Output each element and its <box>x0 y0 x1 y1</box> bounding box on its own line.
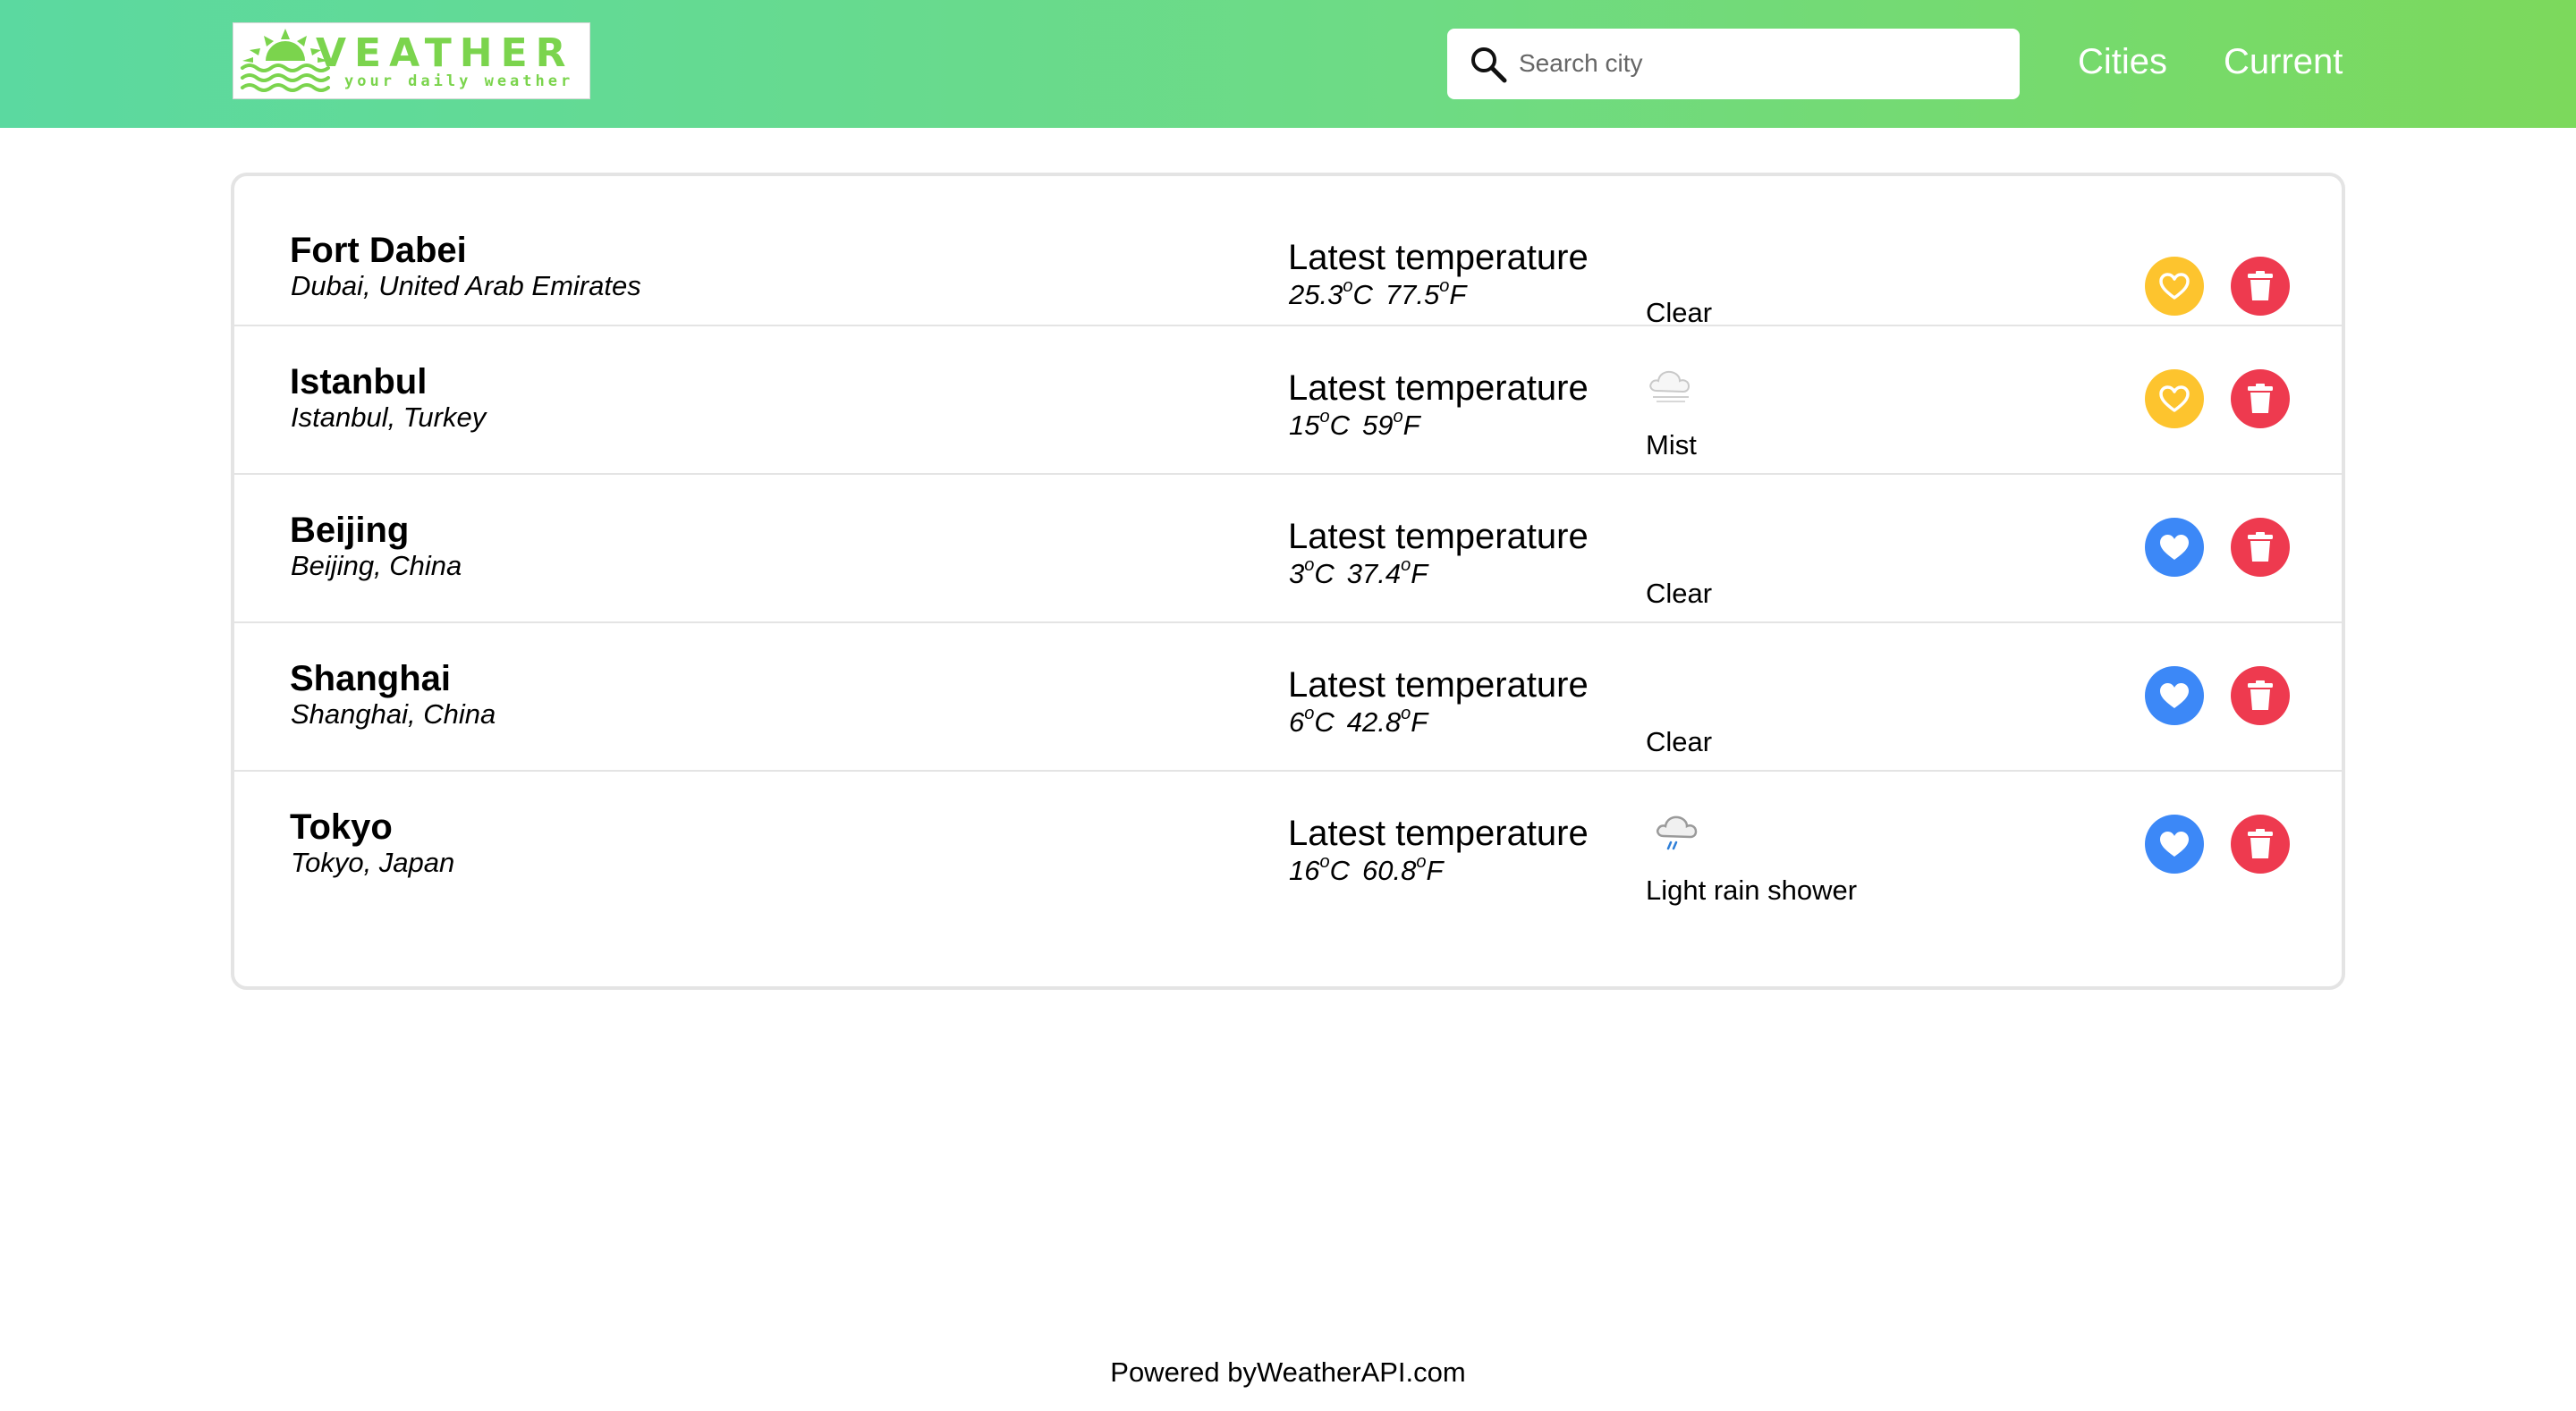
logo-title: VEATHER <box>316 30 574 76</box>
degree-mark: o <box>1393 407 1403 427</box>
temperature-label: Latest temperature <box>1288 368 1589 408</box>
temp-fahrenheit: 59 <box>1362 410 1394 441</box>
temp-celsius: 15 <box>1289 410 1320 441</box>
trash-icon <box>2248 271 2273 300</box>
nav-current-link[interactable]: Current <box>2224 41 2343 82</box>
city-row: Istanbul Istanbul, Turkey Latest tempera… <box>234 325 2342 475</box>
city-row: Shanghai Shanghai, China Latest temperat… <box>234 621 2342 772</box>
favorite-button[interactable] <box>2145 257 2204 316</box>
delete-button[interactable] <box>2231 518 2290 577</box>
unit-fahrenheit: F <box>1411 558 1428 589</box>
nav-cities-link[interactable]: Cities <box>2078 41 2167 82</box>
temp-celsius: 3 <box>1289 558 1305 589</box>
favorite-button[interactable] <box>2145 369 2204 428</box>
trash-icon <box>2248 384 2273 413</box>
app-logo[interactable]: VEATHER your daily weather <box>233 22 590 99</box>
unit-celsius: C <box>1352 279 1373 310</box>
mist-cloud-icon <box>1649 370 1690 402</box>
temp-fahrenheit: 42.8 <box>1346 706 1402 738</box>
delete-button[interactable] <box>2231 815 2290 874</box>
city-location: Beijing, China <box>291 550 462 581</box>
temp-fahrenheit: 60.8 <box>1362 855 1417 886</box>
unit-fahrenheit: F <box>1426 855 1444 886</box>
degree-mark: o <box>1401 704 1411 723</box>
trash-icon <box>2248 532 2273 562</box>
degree-mark: o <box>1304 555 1315 575</box>
moon-rain-cloud-icon <box>1650 800 1698 850</box>
unit-celsius: C <box>1314 706 1335 738</box>
city-location: Istanbul, Turkey <box>291 401 487 433</box>
temp-fahrenheit: 77.5 <box>1385 279 1440 310</box>
temperature-values: 15oC 59oF <box>1289 407 1420 441</box>
city-name: Shanghai <box>290 659 452 698</box>
temperature-values: 6oC 42.8oF <box>1289 704 1428 738</box>
delete-button[interactable] <box>2231 369 2290 428</box>
moon-clear-icon <box>1652 523 1662 543</box>
weather-condition: Clear <box>1646 297 1713 328</box>
heart-filled-icon <box>2160 832 2189 857</box>
heart-filled-icon <box>2160 683 2189 708</box>
degree-mark: o <box>1319 407 1330 427</box>
delete-button[interactable] <box>2231 666 2290 725</box>
heart-outline-icon <box>2159 273 2190 300</box>
city-name: Istanbul <box>290 362 428 401</box>
temp-celsius: 25.3 <box>1289 279 1343 310</box>
city-location: Dubai, United Arab Emirates <box>291 270 641 301</box>
temp-celsius: 16 <box>1289 855 1320 886</box>
city-row: Tokyo Tokyo, Japan Latest temperature 16… <box>234 770 2342 918</box>
city-name: Beijing <box>290 511 410 550</box>
city-row: Beijing Beijing, China Latest temperatur… <box>234 473 2342 623</box>
temperature-values: 3oC 37.4oF <box>1289 556 1428 589</box>
temp-fahrenheit: 37.4 <box>1346 558 1402 589</box>
delete-button[interactable] <box>2231 257 2290 316</box>
unit-celsius: C <box>1329 855 1350 886</box>
moon-clear-icon <box>1652 257 1662 276</box>
search-icon <box>1471 47 1507 83</box>
app-header: VEATHER your daily weather Cities Curren… <box>0 0 2576 128</box>
logo-tagline: your daily weather <box>344 72 574 90</box>
city-name: Fort Dabei <box>290 231 467 270</box>
unit-fahrenheit: F <box>1402 410 1420 441</box>
degree-mark: o <box>1439 276 1450 296</box>
footer-credit: Powered byWeatherAPI.com <box>1110 1356 1466 1388</box>
trash-icon <box>2248 680 2273 710</box>
heart-filled-icon <box>2160 535 2189 560</box>
temperature-values: 25.3oC 77.5oF <box>1289 277 1467 310</box>
cities-list: Fort Dabei Dubai, United Arab Emirates L… <box>231 173 2345 990</box>
city-name: Tokyo <box>290 807 393 847</box>
favorite-button[interactable] <box>2145 518 2204 577</box>
favorite-button[interactable] <box>2145 666 2204 725</box>
weather-condition: Clear <box>1646 578 1713 609</box>
degree-mark: o <box>1401 555 1411 575</box>
trash-icon <box>2248 829 2273 858</box>
temperature-values: 16oC 60.8oF <box>1289 853 1444 886</box>
city-location: Shanghai, China <box>291 698 496 730</box>
city-search <box>1447 29 2020 99</box>
weather-condition: Clear <box>1646 726 1713 757</box>
unit-fahrenheit: F <box>1411 706 1428 738</box>
city-location: Tokyo, Japan <box>291 847 455 878</box>
favorite-button[interactable] <box>2145 815 2204 874</box>
degree-mark: o <box>1319 852 1330 872</box>
moon-clear-icon <box>1652 672 1662 691</box>
temperature-label: Latest temperature <box>1288 517 1589 556</box>
degree-mark: o <box>1416 852 1427 872</box>
weather-condition: Light rain shower <box>1646 874 1858 906</box>
search-input[interactable] <box>1519 43 2002 84</box>
unit-celsius: C <box>1314 558 1335 589</box>
city-row: Fort Dabei Dubai, United Arab Emirates L… <box>234 176 2342 328</box>
temperature-label: Latest temperature <box>1288 814 1589 853</box>
degree-mark: o <box>1304 704 1315 723</box>
heart-outline-icon <box>2159 385 2190 412</box>
temperature-label: Latest temperature <box>1288 238 1589 277</box>
degree-mark: o <box>1343 276 1353 296</box>
temperature-label: Latest temperature <box>1288 665 1589 705</box>
unit-celsius: C <box>1329 410 1350 441</box>
unit-fahrenheit: F <box>1449 279 1467 310</box>
weather-condition: Mist <box>1646 429 1697 460</box>
temp-celsius: 6 <box>1289 706 1305 738</box>
